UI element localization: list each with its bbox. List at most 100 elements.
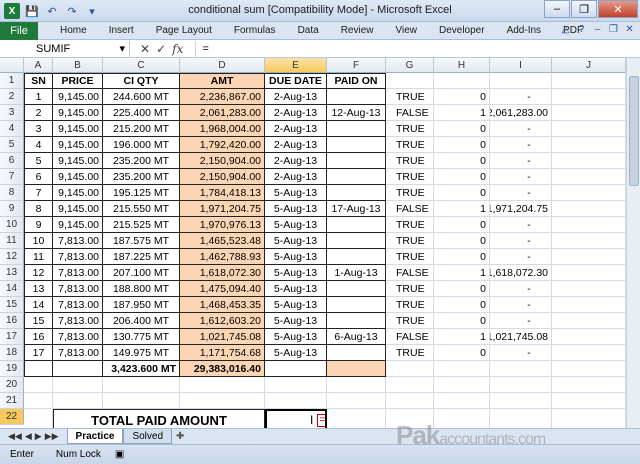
flag-cell[interactable]: FALSE <box>386 265 434 281</box>
sn-cell[interactable]: 1 <box>24 89 53 105</box>
minimize-workbook-icon[interactable]: – <box>591 24 604 35</box>
due-date-cell[interactable]: 5-Aug-13 <box>265 249 327 265</box>
cell-empty[interactable] <box>103 377 180 393</box>
tab-developer[interactable]: Developer <box>439 25 485 36</box>
due-date-cell[interactable]: 2-Aug-13 <box>265 89 327 105</box>
row-header-2[interactable]: 2 <box>0 89 24 105</box>
amt-cell[interactable]: 1,612,603.20 <box>180 313 265 329</box>
count-cell[interactable]: 0 <box>434 137 490 153</box>
tab-add-ins[interactable]: Add-Ins <box>507 25 541 36</box>
price-cell[interactable]: 7,813.00 <box>53 313 103 329</box>
cell-empty[interactable] <box>552 265 626 281</box>
header-price[interactable]: PRICE <box>53 73 103 89</box>
price-cell[interactable]: 9,145.00 <box>53 201 103 217</box>
amt-cell[interactable]: 2,236,867.00 <box>180 89 265 105</box>
paid-amt-cell[interactable]: - <box>490 313 552 329</box>
paid-on-cell[interactable] <box>327 169 386 185</box>
price-cell[interactable]: 9,145.00 <box>53 121 103 137</box>
cell-empty[interactable] <box>53 377 103 393</box>
cell-empty[interactable] <box>552 233 626 249</box>
row-header-3[interactable]: 3 <box>0 105 24 121</box>
total-amt-cell[interactable]: 29,383,016.40 <box>180 361 265 377</box>
tab-view[interactable]: View <box>395 25 417 36</box>
insert-sheet-icon[interactable]: ✚ <box>176 431 184 442</box>
sn-cell[interactable]: 2 <box>24 105 53 121</box>
price-cell[interactable]: 7,813.00 <box>53 249 103 265</box>
paid-on-cell[interactable] <box>327 233 386 249</box>
flag-cell[interactable]: TRUE <box>386 233 434 249</box>
count-cell[interactable]: 1 <box>434 105 490 121</box>
cell-empty[interactable] <box>434 377 490 393</box>
count-cell[interactable]: 0 <box>434 153 490 169</box>
price-cell[interactable]: 9,145.00 <box>53 153 103 169</box>
minimize-icon[interactable]: – <box>544 0 570 18</box>
due-date-cell[interactable]: 5-Aug-13 <box>265 281 327 297</box>
paid-on-cell[interactable] <box>327 121 386 137</box>
cell-empty[interactable] <box>24 361 53 377</box>
paid-amt-cell[interactable]: 1,021,745.08 <box>490 329 552 345</box>
row-header-19[interactable]: 19 <box>0 361 24 377</box>
cell-empty[interactable] <box>53 361 103 377</box>
row-header-7[interactable]: 7 <box>0 169 24 185</box>
row-header-20[interactable]: 20 <box>0 377 24 393</box>
qty-cell[interactable]: 188.800 MT <box>103 281 180 297</box>
due-date-cell[interactable]: 5-Aug-13 <box>265 185 327 201</box>
flag-cell[interactable]: TRUE <box>386 89 434 105</box>
cell-empty[interactable] <box>552 361 626 377</box>
paid-amt-cell[interactable]: - <box>490 121 552 137</box>
sn-cell[interactable]: 15 <box>24 313 53 329</box>
price-cell[interactable]: 9,145.00 <box>53 169 103 185</box>
flag-cell[interactable]: TRUE <box>386 297 434 313</box>
qty-cell[interactable]: 187.575 MT <box>103 233 180 249</box>
header-qty[interactable]: CI QTY <box>103 73 180 89</box>
qty-cell[interactable]: 206.400 MT <box>103 313 180 329</box>
flag-cell[interactable]: TRUE <box>386 217 434 233</box>
column-header-H[interactable]: H <box>434 58 490 73</box>
cell-empty[interactable] <box>434 361 490 377</box>
count-cell[interactable]: 1 <box>434 265 490 281</box>
header-sn[interactable]: SN <box>24 73 53 89</box>
column-header-F[interactable]: F <box>327 58 386 73</box>
qty-cell[interactable]: 196.000 MT <box>103 137 180 153</box>
due-date-cell[interactable]: 2-Aug-13 <box>265 153 327 169</box>
flag-cell[interactable]: TRUE <box>386 185 434 201</box>
paid-on-cell[interactable] <box>327 313 386 329</box>
cell-empty[interactable] <box>552 89 626 105</box>
amt-cell[interactable]: 1,475,094.40 <box>180 281 265 297</box>
cell-empty[interactable] <box>552 329 626 345</box>
paid-amt-cell[interactable]: - <box>490 153 552 169</box>
excel-app-icon[interactable]: X <box>4 3 20 19</box>
price-cell[interactable]: 9,145.00 <box>53 89 103 105</box>
qty-cell[interactable]: 149.975 MT <box>103 345 180 361</box>
tab-home[interactable]: Home <box>60 25 87 36</box>
row-header-21[interactable]: 21 <box>0 393 24 409</box>
flag-cell[interactable]: FALSE <box>386 329 434 345</box>
row-header-18[interactable]: 18 <box>0 345 24 361</box>
paid-amt-cell[interactable]: - <box>490 89 552 105</box>
close-workbook-icon[interactable]: ✕ <box>623 24 636 35</box>
row-header-14[interactable]: 14 <box>0 281 24 297</box>
qty-cell[interactable]: 235.200 MT <box>103 153 180 169</box>
amt-cell[interactable]: 1,971,204.75 <box>180 201 265 217</box>
column-header-C[interactable]: C <box>103 58 180 73</box>
sn-cell[interactable]: 8 <box>24 201 53 217</box>
cell-empty[interactable] <box>434 73 490 89</box>
first-sheet-icon[interactable]: ◀◀ <box>8 431 22 442</box>
cell-empty[interactable] <box>180 377 265 393</box>
cell-empty[interactable] <box>265 393 327 409</box>
cancel-formula-icon[interactable]: ✕ <box>140 42 150 56</box>
qty-cell[interactable]: 215.550 MT <box>103 201 180 217</box>
flag-cell[interactable]: TRUE <box>386 169 434 185</box>
paid-amt-cell[interactable]: 1,618,072.30 <box>490 265 552 281</box>
prev-sheet-icon[interactable]: ◀ <box>25 431 32 442</box>
header-amt[interactable]: AMT <box>180 73 265 89</box>
cell-empty[interactable] <box>490 361 552 377</box>
qty-cell[interactable]: 207.100 MT <box>103 265 180 281</box>
paid-amt-cell[interactable]: - <box>490 233 552 249</box>
sn-cell[interactable]: 16 <box>24 329 53 345</box>
qty-cell[interactable]: 215.525 MT <box>103 217 180 233</box>
cell-empty[interactable] <box>386 377 434 393</box>
amt-cell[interactable]: 1,171,754.68 <box>180 345 265 361</box>
paid-on-cell[interactable] <box>327 153 386 169</box>
cell-empty[interactable] <box>386 361 434 377</box>
